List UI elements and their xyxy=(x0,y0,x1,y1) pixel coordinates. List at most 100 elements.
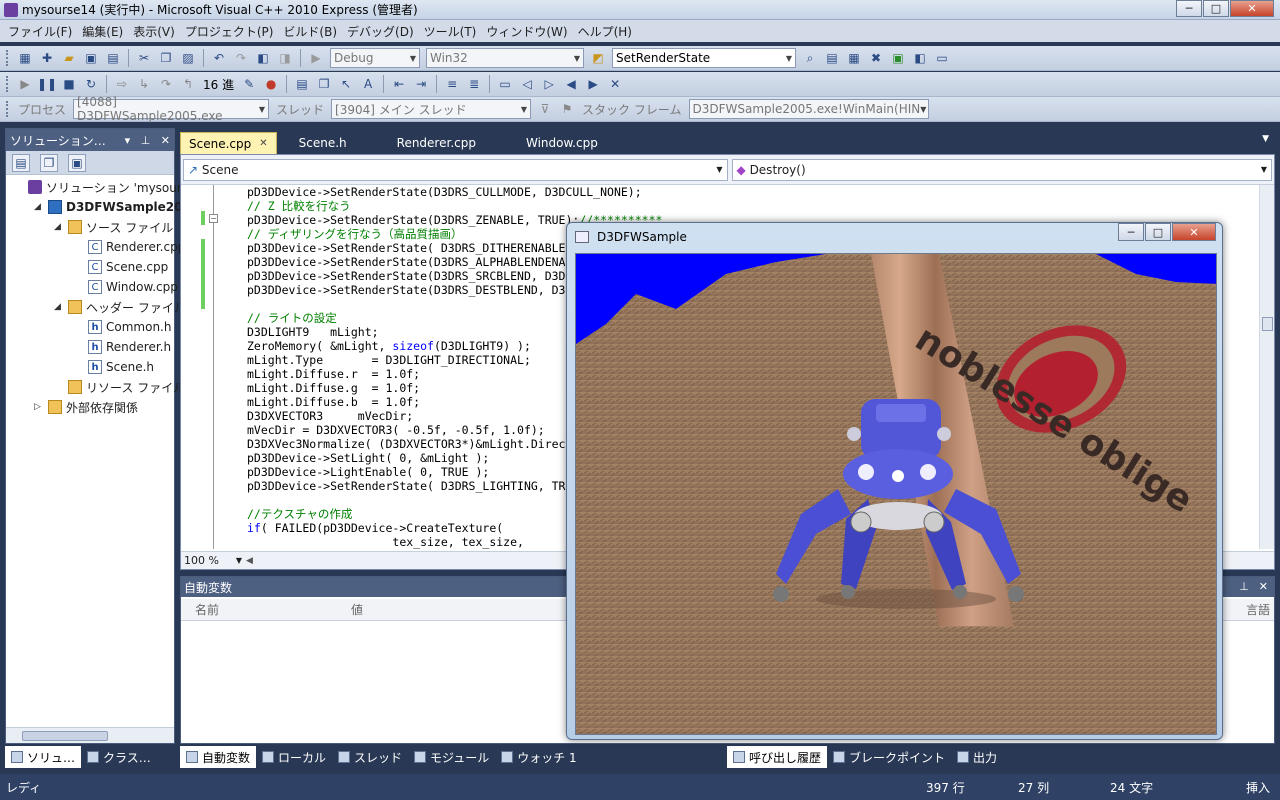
close-button[interactable]: ✕ xyxy=(1172,223,1216,241)
show-next-statement-icon[interactable]: ⇨ xyxy=(113,75,131,93)
bookmark-prev-icon[interactable]: ◁ xyxy=(518,75,536,93)
tab-class-view[interactable]: クラス… xyxy=(81,746,157,768)
step-out-icon[interactable]: ↰ xyxy=(179,75,197,93)
pin-icon[interactable]: ⊥ xyxy=(141,134,151,147)
bookmark-next-icon[interactable]: ▷ xyxy=(540,75,558,93)
start-page-icon[interactable]: ▣ xyxy=(889,49,907,67)
outdent-icon[interactable]: ⇤ xyxy=(390,75,408,93)
tab-renderer-cpp[interactable]: Renderer.cpp xyxy=(389,132,484,154)
tree-item[interactable]: ▷ 外部依存関係 xyxy=(34,397,138,417)
tab-scene-h[interactable]: Scene.h xyxy=(291,132,355,154)
tab-watch-1[interactable]: ウォッチ 1 xyxy=(495,746,582,768)
uncomment-icon[interactable]: ≣ xyxy=(465,75,483,93)
copy-icon[interactable]: ❐ xyxy=(157,49,175,67)
tab-breakpoints[interactable]: ブレークポイント xyxy=(827,746,951,768)
extension-manager-icon[interactable]: ◧ xyxy=(911,49,929,67)
minimize-button[interactable]: ─ xyxy=(1118,223,1144,241)
hover-pin-icon[interactable]: ✎ xyxy=(240,75,258,93)
minimize-button[interactable]: ─ xyxy=(1176,0,1202,17)
scrollbar-thumb[interactable] xyxy=(22,731,108,741)
cut-icon[interactable]: ✂ xyxy=(135,49,153,67)
column-language[interactable]: 言語 xyxy=(1246,601,1270,618)
undo-icon[interactable]: ↶ xyxy=(210,49,228,67)
tree-item[interactable]: C Window.cpp xyxy=(74,277,178,297)
toolbox-icon[interactable]: ✖ xyxy=(867,49,885,67)
scroll-left-icon[interactable]: ◀ xyxy=(246,556,253,566)
tree-item[interactable]: ◢ ソース ファイル xyxy=(54,217,173,237)
collapse-icon[interactable]: − xyxy=(209,214,218,223)
class-combo[interactable]: ↗ Scene ▼ xyxy=(183,158,728,181)
maximize-button[interactable]: □ xyxy=(1203,0,1229,17)
redo-icon[interactable]: ↷ xyxy=(232,49,250,67)
tab-scene-cpp[interactable]: Scene.cpp ✕ xyxy=(180,132,277,154)
step-over-icon[interactable]: ↷ xyxy=(157,75,175,93)
step-into-icon[interactable]: ↳ xyxy=(135,75,153,93)
zoom-combo[interactable]: 100 % ▼ xyxy=(184,554,242,567)
render-viewport[interactable]: noblesse oblige xyxy=(575,253,1217,735)
close-icon[interactable]: ✕ xyxy=(161,134,170,147)
show-all-files-icon[interactable]: ❐ xyxy=(40,153,58,172)
bookmark-clear-icon[interactable]: ✕ xyxy=(606,75,624,93)
close-icon[interactable]: ✕ xyxy=(1259,580,1268,593)
pin-icon[interactable]: ⊥ xyxy=(1239,580,1249,593)
solution-explorer-icon[interactable]: ▤ xyxy=(823,49,841,67)
menu-tools[interactable]: ツール(T) xyxy=(420,23,481,40)
toolbar-grip[interactable] xyxy=(6,50,10,66)
pointer-icon[interactable]: ↖ xyxy=(337,75,355,93)
toolbar-grip[interactable] xyxy=(6,101,10,117)
navigate-back-icon[interactable]: ◧ xyxy=(254,49,272,67)
member-combo[interactable]: ◆ Destroy() ▼ xyxy=(731,158,1272,181)
menu-build[interactable]: ビルド(B) xyxy=(279,23,341,40)
command-window-icon[interactable]: ▭ xyxy=(933,49,951,67)
breakpoint-icon[interactable]: ● xyxy=(262,75,280,93)
horizontal-scrollbar[interactable] xyxy=(6,727,174,743)
open-file-icon[interactable]: ▰ xyxy=(60,49,78,67)
flag-icon[interactable]: ⚑ xyxy=(558,100,576,118)
bookmark-icon[interactable]: ❐ xyxy=(315,75,333,93)
menu-window[interactable]: ウィンドウ(W) xyxy=(482,23,571,40)
process-combo[interactable]: [4088] D3DFWSample2005.exe ▼ xyxy=(73,95,270,123)
menu-help[interactable]: ヘルプ(H) xyxy=(574,23,636,40)
comment-icon[interactable]: ≡ xyxy=(443,75,461,93)
d3d-sample-window[interactable]: D3DFWSample ─ □ ✕ noblesse oblige xyxy=(566,222,1223,740)
save-all-icon[interactable]: ▤ xyxy=(104,49,122,67)
tree-item[interactable]: h Renderer.h xyxy=(74,337,171,357)
find-in-files-icon[interactable]: ◩ xyxy=(589,49,607,67)
tree-item[interactable]: h Common.h xyxy=(74,317,171,337)
break-all-icon[interactable]: ❚❚ xyxy=(37,75,57,93)
tab-locals[interactable]: ローカル xyxy=(256,746,332,768)
configuration-combo[interactable]: Debug ▼ xyxy=(330,48,420,68)
add-item-icon[interactable]: ✚ xyxy=(38,49,56,67)
bookmark-toggle-icon[interactable]: ▭ xyxy=(496,75,514,93)
bookmark-folder-next-icon[interactable]: ▶ xyxy=(584,75,602,93)
column-name[interactable]: 名前 xyxy=(195,601,219,618)
expand-toggle-icon[interactable]: ◢ xyxy=(34,202,44,212)
maximize-button[interactable]: □ xyxy=(1145,223,1171,241)
filter-icon[interactable]: ⊽ xyxy=(536,100,554,118)
bookmark-folder-prev-icon[interactable]: ◀ xyxy=(562,75,580,93)
spellcheck-icon[interactable]: A xyxy=(359,75,377,93)
tab-call-stack[interactable]: 呼び出し履歴 xyxy=(727,746,828,768)
menu-edit[interactable]: 編集(E) xyxy=(78,23,127,40)
menu-project[interactable]: プロジェクト(P) xyxy=(181,23,278,40)
tree-item[interactable]: ◢ ヘッダー ファイル xyxy=(54,297,186,317)
vertical-scrollbar[interactable] xyxy=(1259,185,1274,549)
hex-display-toggle[interactable]: 16 進 xyxy=(203,76,234,93)
tab-autos[interactable]: 自動変数 xyxy=(180,746,257,768)
refresh-icon[interactable]: ▣ xyxy=(68,153,86,172)
d3d-window-titlebar[interactable]: D3DFWSample xyxy=(575,227,687,247)
menu-debug[interactable]: デバッグ(D) xyxy=(343,23,418,40)
expand-toggle-icon[interactable]: ▷ xyxy=(34,402,44,412)
navigate-forward-icon[interactable]: ◨ xyxy=(276,49,294,67)
indent-icon[interactable]: ⇥ xyxy=(412,75,430,93)
tree-item[interactable]: ◢ D3DFWSample200 xyxy=(34,197,191,217)
expand-toggle-icon[interactable]: ◢ xyxy=(54,302,64,312)
properties-icon[interactable]: ▦ xyxy=(845,49,863,67)
new-project-icon[interactable]: ▦ xyxy=(16,49,34,67)
thread-combo[interactable]: [3904] メイン スレッド ▼ xyxy=(331,99,532,119)
stack-frame-combo[interactable]: D3DFWSample2005.exe!WinMain(HIN ▼ xyxy=(688,99,929,119)
tree-item[interactable]: リソース ファイル xyxy=(54,377,185,397)
expand-toggle-icon[interactable]: ◢ xyxy=(54,222,64,232)
tab-output[interactable]: 出力 xyxy=(951,746,1003,768)
platform-combo[interactable]: Win32 ▼ xyxy=(426,48,584,68)
